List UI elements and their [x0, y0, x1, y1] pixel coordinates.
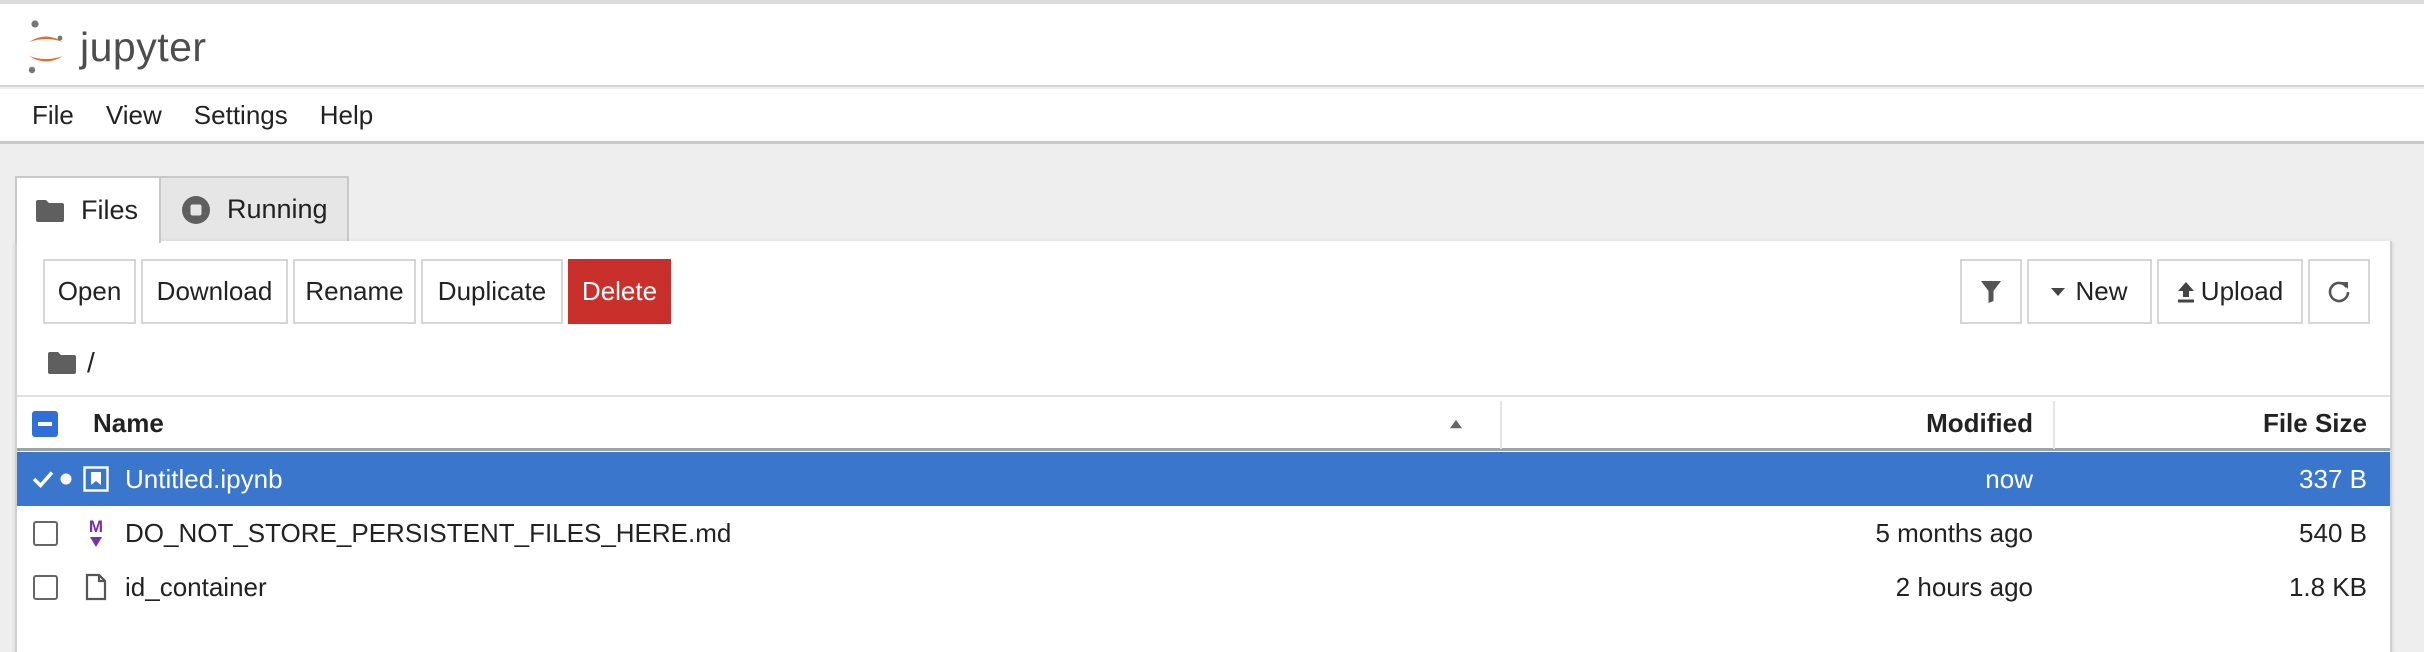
menu-settings[interactable]: Settings — [178, 100, 304, 131]
tab-running[interactable]: Running — [161, 176, 349, 241]
stop-circle-icon — [181, 195, 211, 225]
open-button[interactable]: Open — [43, 259, 136, 324]
list-item[interactable]: id_container 2 hours ago 1.8 KB — [17, 560, 2390, 614]
file-size: 1.8 KB — [2288, 571, 2367, 602]
folder-icon — [35, 199, 65, 223]
file-name[interactable]: id_container — [125, 560, 267, 614]
markdown-icon: M — [83, 506, 109, 560]
file-modified: 2 hours ago — [1895, 571, 2033, 602]
file-modified: 5 months ago — [1875, 517, 2033, 548]
tab-files[interactable]: Files — [15, 176, 161, 243]
refresh-button[interactable] — [2308, 259, 2370, 324]
sort-ascending-icon[interactable] — [1450, 397, 1462, 450]
menu-file[interactable]: File — [0, 100, 90, 131]
filter-button[interactable] — [1960, 259, 2022, 324]
rename-button[interactable]: Rename — [293, 259, 416, 324]
menu-help[interactable]: Help — [304, 100, 389, 131]
file-name[interactable]: DO_NOT_STORE_PERSISTENT_FILES_HERE.md — [125, 506, 731, 560]
logo-text: jupyter — [80, 23, 207, 70]
column-file-size[interactable]: File Size — [2263, 397, 2367, 450]
tab-running-label: Running — [227, 194, 328, 224]
file-modified: now — [1985, 463, 2033, 494]
new-button-label: New — [2075, 276, 2128, 306]
delete-button[interactable]: Delete — [568, 259, 671, 324]
duplicate-button[interactable]: Duplicate — [421, 259, 563, 324]
column-resize-handle[interactable] — [2053, 401, 2055, 449]
header: jupyter — [0, 4, 2424, 87]
notebook-icon — [83, 452, 109, 506]
select-all-checkbox[interactable] — [32, 397, 58, 450]
refresh-icon — [2328, 281, 2350, 302]
menu-bar: File View Settings Help — [0, 89, 2424, 144]
checkmark-icon[interactable] — [32, 452, 54, 506]
download-button[interactable]: Download — [141, 259, 288, 324]
caret-down-icon — [2051, 287, 2066, 296]
file-size: 540 B — [2299, 517, 2367, 548]
upload-button-label: Upload — [2200, 276, 2284, 306]
column-modified[interactable]: Modified — [1926, 397, 2033, 450]
filter-icon — [1981, 280, 2001, 303]
upload-icon — [2177, 281, 2195, 303]
folder-icon[interactable] — [47, 351, 77, 375]
tab-bar: Files Running — [15, 176, 349, 243]
new-button[interactable]: New — [2027, 259, 2152, 324]
list-item[interactable]: Untitled.ipynb now 337 B — [17, 452, 2390, 506]
breadcrumb: / — [47, 343, 95, 383]
upload-button[interactable]: Upload — [2157, 259, 2303, 324]
running-indicator-icon — [60, 452, 72, 506]
jupyter-logo-icon — [28, 20, 63, 74]
file-size: 337 B — [2299, 463, 2367, 494]
column-header: Name Modified File Size — [17, 395, 2390, 451]
breadcrumb-path[interactable]: / — [87, 347, 95, 379]
svg-text:M: M — [89, 517, 103, 536]
menu-view[interactable]: View — [90, 100, 178, 131]
list-item[interactable]: M DO_NOT_STORE_PERSISTENT_FILES_HERE.md … — [17, 506, 2390, 560]
column-resize-handle[interactable] — [1500, 401, 1502, 449]
jupyter-logo[interactable]: jupyter — [26, 18, 207, 76]
file-browser-panel: Open Download Rename Duplicate Delete Ne… — [15, 241, 2392, 652]
row-checkbox[interactable] — [33, 506, 58, 560]
file-name[interactable]: Untitled.ipynb — [125, 452, 283, 506]
file-icon — [85, 560, 107, 614]
column-name[interactable]: Name — [93, 397, 164, 450]
row-checkbox[interactable] — [33, 560, 58, 614]
tab-files-label: Files — [81, 195, 139, 225]
